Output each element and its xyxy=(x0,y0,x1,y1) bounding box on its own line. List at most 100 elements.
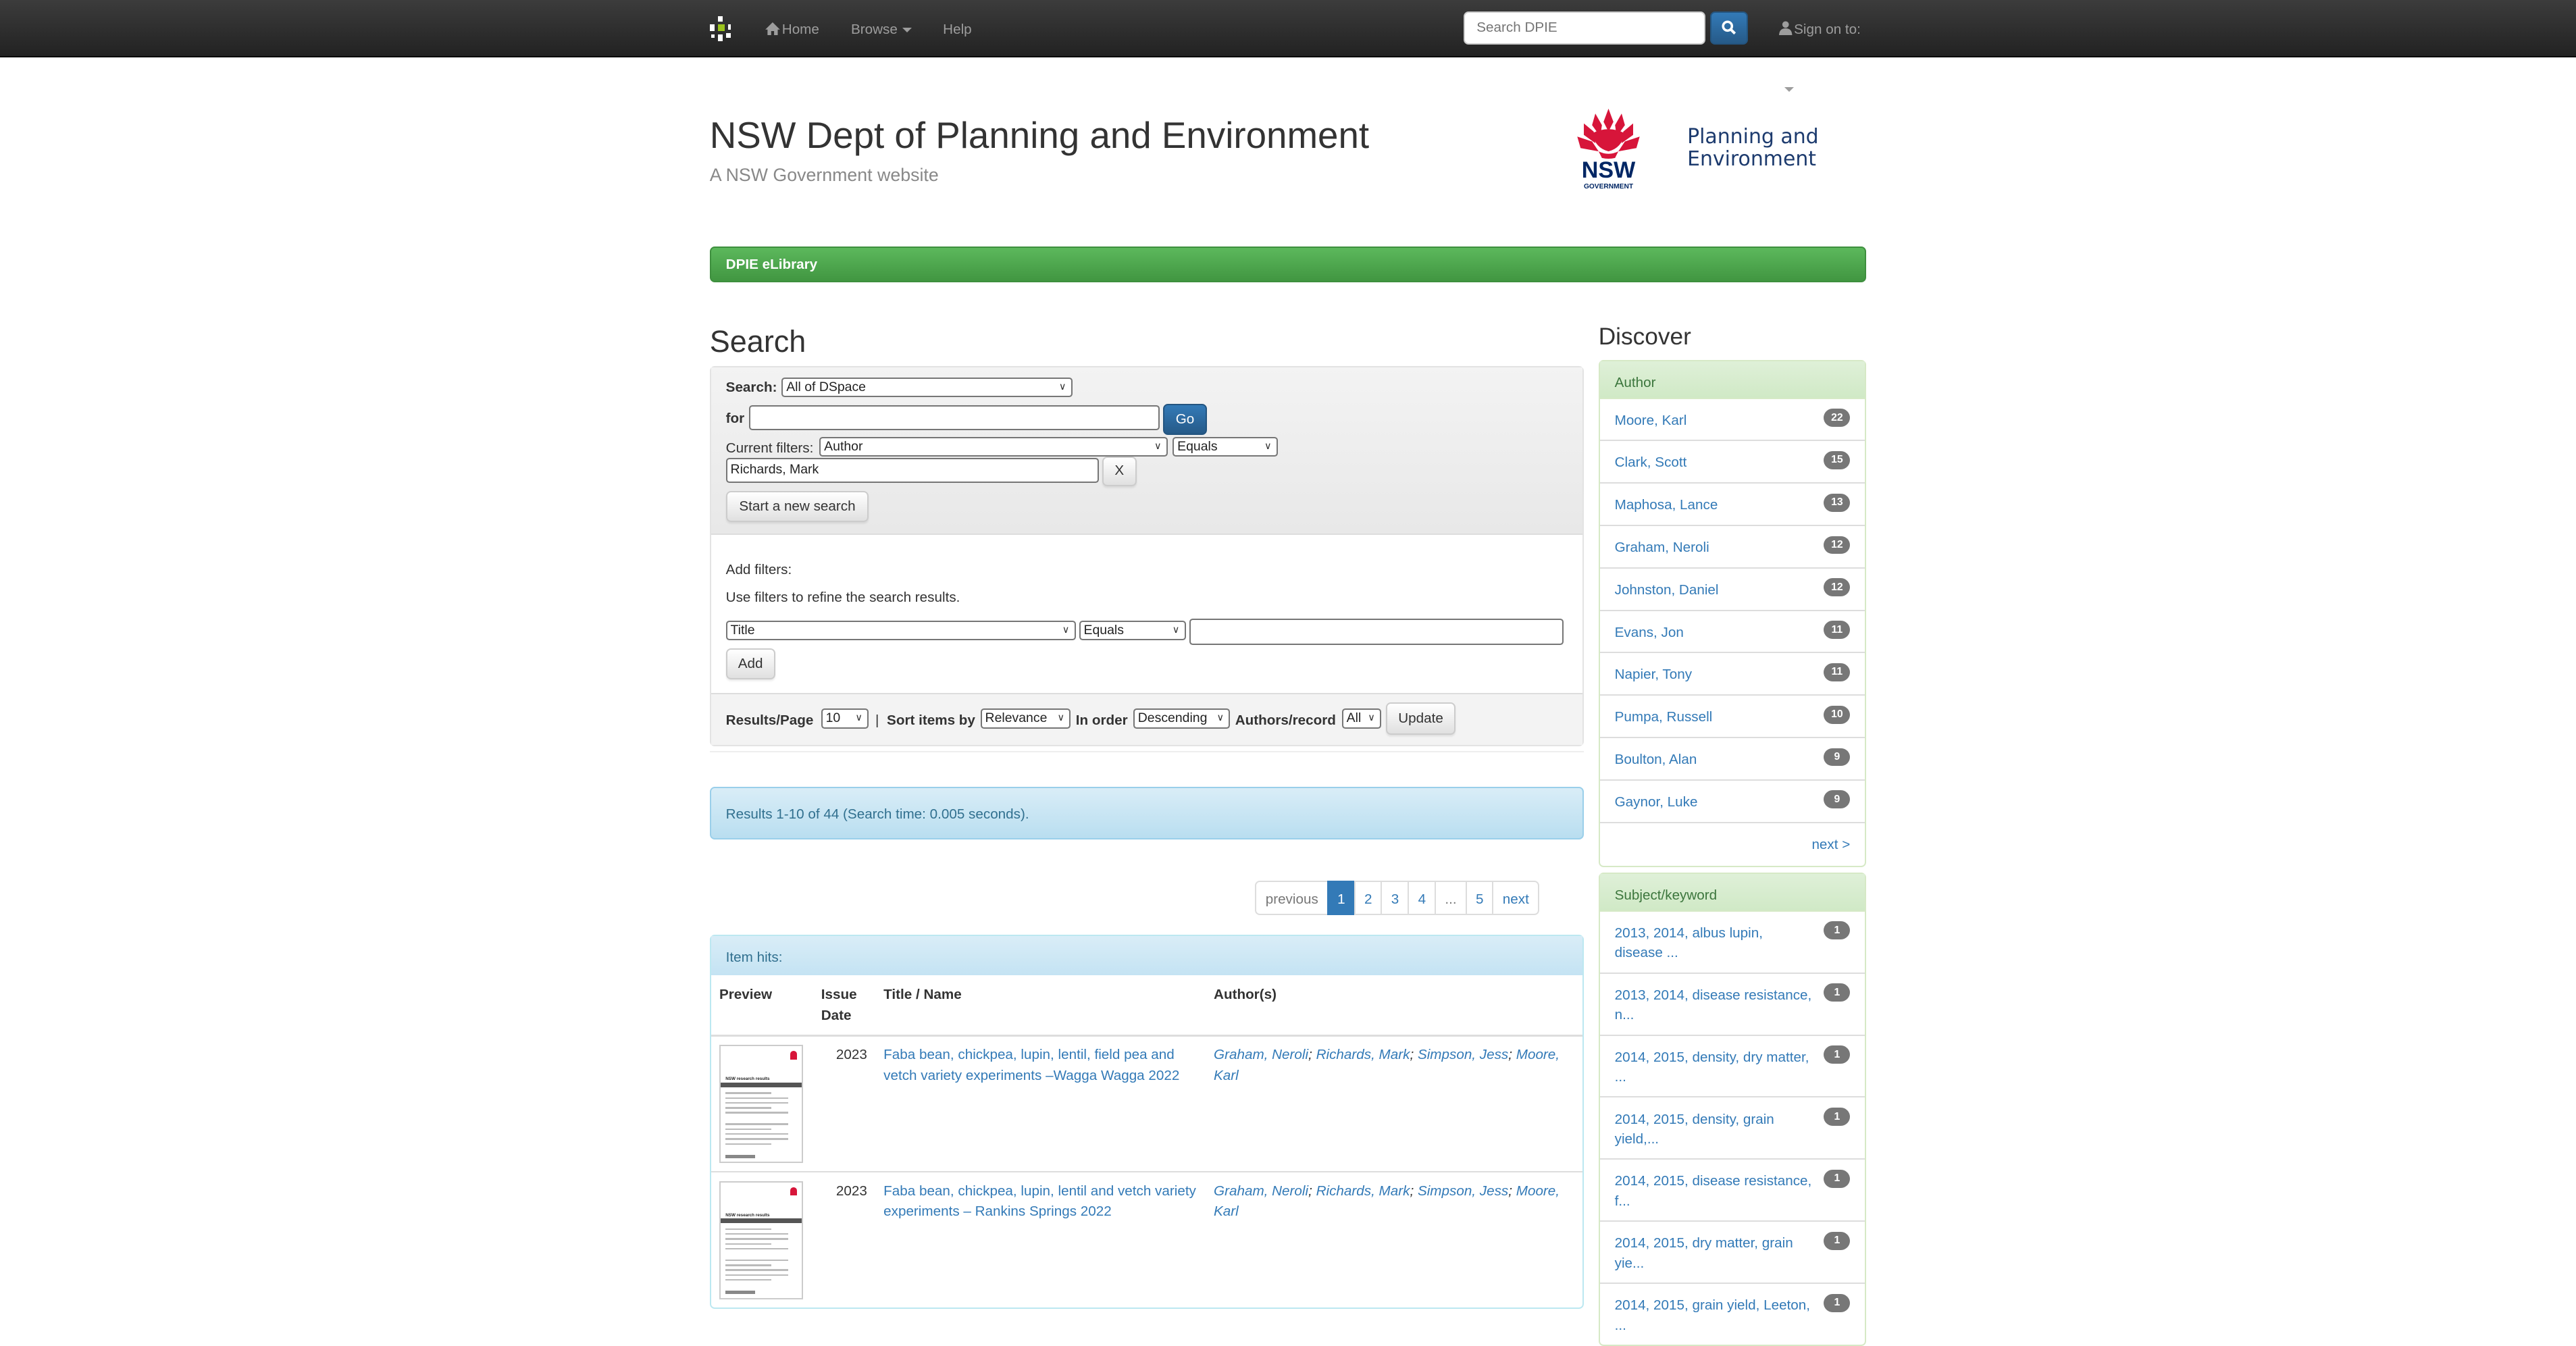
count-badge: 1 xyxy=(1824,921,1851,939)
scope-select[interactable]: All of DSpace xyxy=(781,378,1073,398)
author-link[interactable]: Simpson, Jess xyxy=(1418,1183,1508,1199)
pagination-1[interactable]: 1 xyxy=(1326,880,1356,915)
author-link[interactable]: Graham, Neroli xyxy=(1214,1183,1308,1199)
sort-by-label: Sort items by xyxy=(887,712,975,728)
subject-facet-link[interactable]: 2014, 2015, dry matter, grain yie... xyxy=(1615,1235,1793,1270)
item-title-link[interactable]: Faba bean, chickpea, lupin, lentil and v… xyxy=(883,1183,1196,1219)
waratah-icon xyxy=(790,1051,797,1060)
results-per-page-select[interactable]: 10 xyxy=(821,708,869,729)
new-filter-field-select[interactable]: Title xyxy=(725,620,1076,640)
subject-facet-link[interactable]: 2013, 2014, albus lupin, disease ... xyxy=(1615,925,1763,960)
author-link[interactable]: Richards, Mark xyxy=(1316,1183,1410,1199)
home-label: Home xyxy=(781,22,819,37)
order-select[interactable]: Descending xyxy=(1133,708,1231,729)
add-filters-section: Add filters: Use filters to refine the s… xyxy=(711,535,1582,694)
logo-text: Planning and Environment xyxy=(1687,126,1819,171)
add-filters-label: Add filters: xyxy=(725,561,792,577)
column-header-authors: Author(s) xyxy=(1205,975,1582,1037)
new-search-button[interactable]: Start a new search xyxy=(725,490,869,523)
author-facet-link[interactable]: Napier, Tony xyxy=(1615,667,1692,682)
author-facet-item: Maphosa, Lance 13 xyxy=(1599,482,1865,525)
new-filter-operator-select[interactable]: Equals xyxy=(1079,620,1186,640)
dspace-logo-icon[interactable] xyxy=(709,16,736,43)
current-filter-field-select[interactable]: Author xyxy=(819,436,1168,457)
author-link[interactable]: Graham, Neroli xyxy=(1214,1047,1308,1062)
nsw-planning-logo[interactable]: NSW GOVERNMENT Planning and Environment xyxy=(1572,105,1819,190)
go-button[interactable]: Go xyxy=(1162,403,1208,436)
pagination-2[interactable]: 2 xyxy=(1354,880,1383,915)
table-header-row: Preview Issue Date Title / Name Author(s… xyxy=(711,975,1582,1037)
count-badge: 12 xyxy=(1824,536,1851,554)
site-title: NSW Dept of Planning and Environment xyxy=(709,114,1370,157)
navbar-search-button[interactable] xyxy=(1710,11,1749,45)
help-label: Help xyxy=(943,22,972,37)
subject-facet-link[interactable]: 2014, 2015, disease resistance, f... xyxy=(1615,1173,1812,1208)
author-link[interactable]: Richards, Mark xyxy=(1316,1047,1410,1062)
caret-down-icon xyxy=(902,28,912,32)
sort-by-select[interactable]: Relevance xyxy=(980,708,1071,729)
author-facet-link[interactable]: Maphosa, Lance xyxy=(1615,497,1718,513)
author-facet-link[interactable]: Moore, Karl xyxy=(1615,413,1687,428)
current-filters-label: Current filters: xyxy=(725,440,814,456)
thumbnail-preview[interactable]: NSW research results xyxy=(719,1045,803,1164)
main-content: Search Search: All of DSpace for Go Curr… xyxy=(709,320,1584,1309)
nav-help-link[interactable]: Help xyxy=(943,0,971,56)
author-facet-link[interactable]: Pumpa, Russell xyxy=(1615,709,1713,725)
authors-record-select[interactable]: All xyxy=(1341,708,1382,729)
subject-facet-link[interactable]: 2014, 2015, grain yield, Leeton, ... xyxy=(1615,1297,1810,1332)
pagination-3[interactable]: 3 xyxy=(1381,880,1410,915)
current-filter-operator-select[interactable]: Equals xyxy=(1173,436,1278,457)
new-filter-value-input[interactable] xyxy=(1189,619,1564,646)
query-input[interactable] xyxy=(748,405,1160,430)
pagination-4[interactable]: 4 xyxy=(1408,880,1437,915)
waratah-icon: NSW GOVERNMENT xyxy=(1577,108,1640,190)
author-facet-link[interactable]: Graham, Neroli xyxy=(1615,540,1709,555)
divider xyxy=(709,750,1584,753)
author-facet-item: Graham, Neroli 12 xyxy=(1599,525,1865,567)
current-filter-value-input[interactable]: Richards, Mark xyxy=(725,458,1099,483)
nsw-government-mark: GOVERNMENT xyxy=(1584,183,1634,190)
waratah-icon xyxy=(790,1187,797,1195)
count-badge: 15 xyxy=(1824,451,1851,469)
count-badge: 1 xyxy=(1824,1045,1851,1064)
nav-home-link[interactable]: Home xyxy=(765,0,819,56)
browse-label: Browse xyxy=(850,22,898,37)
subject-facet-link[interactable]: 2014, 2015, density, grain yield,... xyxy=(1615,1112,1774,1147)
logo-line-2: Environment xyxy=(1687,147,1817,172)
update-button[interactable]: Update xyxy=(1386,702,1456,735)
author-facet-link[interactable]: Johnston, Daniel xyxy=(1615,582,1719,598)
subject-facet-item: 2013, 2014, disease resistance, n... 1 xyxy=(1599,972,1865,1035)
elibrary-banner: DPIE eLibrary xyxy=(709,246,1867,283)
author-facet-item: Boulton, Alan 9 xyxy=(1599,737,1865,779)
author-facet-link[interactable]: Evans, Jon xyxy=(1615,625,1684,640)
remove-filter-button[interactable]: X xyxy=(1102,456,1137,486)
table-row: NSW research results 2023 Faba bean, chick… xyxy=(711,1035,1582,1172)
add-filter-button[interactable]: Add xyxy=(725,648,775,680)
count-badge: 13 xyxy=(1824,493,1851,512)
nsw-mark: NSW xyxy=(1582,157,1636,183)
thumbnail-preview[interactable]: NSW research results xyxy=(719,1181,803,1299)
item-hits-panel: Item hits: Preview Issue Date Title / Na… xyxy=(709,935,1584,1309)
author-facet-next-link[interactable]: next > xyxy=(1811,837,1850,852)
search-controls: Search: All of DSpace for Go Current fil… xyxy=(711,367,1582,536)
author-facet-item: Clark, Scott 15 xyxy=(1599,440,1865,482)
item-title-link[interactable]: Faba bean, chickpea, lupin, lentil, fiel… xyxy=(883,1047,1179,1083)
discover-sidebar: Discover Author Moore, Karl 22 Clark, Scot… xyxy=(1598,320,1867,1346)
subject-facet-link[interactable]: 2014, 2015, density, dry matter, ... xyxy=(1615,1050,1809,1085)
pagination-5[interactable]: 5 xyxy=(1465,880,1494,915)
authors-cell: Graham, Neroli; Richards, Mark; Simpson,… xyxy=(1205,1035,1582,1172)
elibrary-link[interactable]: DPIE eLibrary xyxy=(726,255,817,275)
navbar-search-input[interactable] xyxy=(1464,11,1705,45)
author-facet-link[interactable]: Gaynor, Luke xyxy=(1615,794,1698,810)
item-hits-heading: Item hits: xyxy=(711,936,1582,976)
author-facet-link[interactable]: Boulton, Alan xyxy=(1615,752,1697,767)
results-summary: Results 1-10 of 44 (Search time: 0.005 s… xyxy=(709,787,1584,839)
author-facet-item: Pumpa, Russell 10 xyxy=(1599,694,1865,737)
sign-on-dropdown[interactable]: Sign on to: xyxy=(1779,0,1866,118)
subject-facet-item: 2014, 2015, dry matter, grain yie... 1 xyxy=(1599,1220,1865,1283)
author-facet-link[interactable]: Clark, Scott xyxy=(1615,455,1687,470)
author-link[interactable]: Simpson, Jess xyxy=(1418,1047,1508,1062)
nav-browse-dropdown[interactable]: Browse xyxy=(851,0,912,56)
subject-facet-link[interactable]: 2013, 2014, disease resistance, n... xyxy=(1615,987,1812,1023)
pagination-next[interactable]: next xyxy=(1492,880,1540,915)
